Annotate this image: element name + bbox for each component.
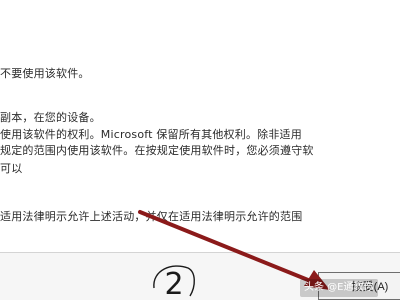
license-text-line: 副本，在您的设备。 xyxy=(0,111,101,124)
circled-number-annotation: 2 xyxy=(153,265,195,302)
license-text-line: 可以 xyxy=(0,162,23,175)
license-text-line: 规定的范围内使用该软件。在按规定使用软件时，您必须遵守软 xyxy=(0,144,314,157)
watermark: 头条 @E通教你 xyxy=(300,279,378,297)
license-text-line: 适用法律明示允许上述活动，并仅在适用法律明示允许的范围 xyxy=(0,210,303,223)
annotation-number: 2 xyxy=(164,267,183,302)
license-text-line: 使用该软件的权利。Microsoft 保留所有其他权利。除非适用 xyxy=(0,128,302,141)
license-text-line: 不要使用该软件。 xyxy=(0,67,90,80)
